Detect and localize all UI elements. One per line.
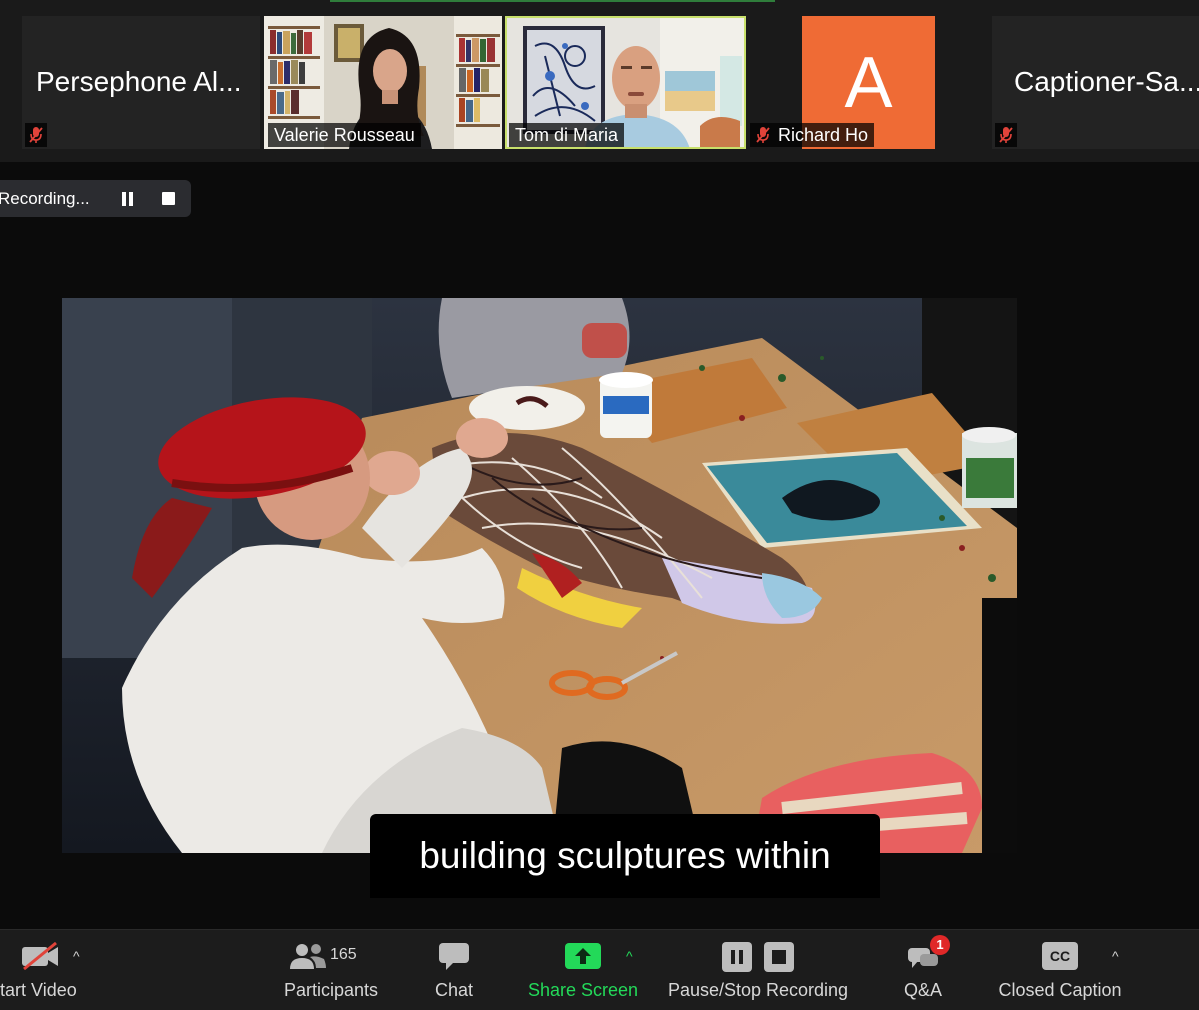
participant-count: 165	[330, 946, 357, 963]
chat-icon	[438, 942, 470, 977]
participant-name: Tom di Maria	[509, 123, 625, 147]
start-video-button[interactable]: tart Video	[0, 930, 80, 1010]
active-bar	[330, 0, 775, 2]
share-options-chevron-icon[interactable]: ^	[626, 948, 633, 964]
video-off-icon	[20, 941, 60, 975]
participant-tile-captioner[interactable]: Captioner-Sa...	[992, 16, 1199, 149]
participant-tile-richard[interactable]: A Richard Ho	[750, 16, 988, 149]
start-video-label: tart Video	[0, 980, 77, 1000]
recording-controls-label: Pause/Stop Recording	[667, 980, 849, 1000]
participants-button[interactable]: 165 Participants	[276, 930, 386, 1010]
caption-options-chevron-icon[interactable]: ^	[1112, 948, 1119, 964]
closed-caption-button[interactable]: CC Closed Caption	[990, 930, 1130, 1010]
participant-tile-persephone[interactable]: Persephone Al...	[22, 16, 260, 149]
share-screen-icon	[565, 943, 601, 974]
share-screen-button[interactable]: Share Screen	[522, 930, 644, 1010]
recording-label: Recording...	[0, 188, 90, 208]
avatar-letter: A	[844, 42, 893, 123]
qa-badge: 1	[930, 935, 950, 955]
qa-button[interactable]: 1 Q&A	[890, 930, 956, 1010]
qa-label: Q&A	[903, 980, 942, 1000]
pause-icon[interactable]	[122, 191, 136, 206]
participant-name: Persephone Al...	[36, 66, 242, 97]
participants-label: Participants	[283, 980, 379, 1000]
chat-button[interactable]: Chat	[420, 930, 488, 1010]
stop-icon[interactable]	[162, 192, 175, 205]
closed-caption-text: building sculptures within	[370, 814, 880, 898]
pause-stop-recording-button[interactable]: Pause/Stop Recording	[660, 930, 856, 1010]
participant-name: Valerie Rousseau	[268, 123, 421, 147]
recording-indicator: Recording...	[0, 180, 191, 217]
video-options-chevron-icon[interactable]: ^	[73, 948, 80, 964]
share-screen-label: Share Screen	[527, 980, 639, 1000]
participant-name: Captioner-Sa...	[1014, 66, 1199, 97]
cc-icon: CC	[1042, 942, 1078, 970]
gallery-strip: Persephone Al... Valerie Rousseau Tom di…	[0, 0, 1199, 162]
meeting-toolbar: tart Video ^ 165 Participants Chat Share…	[0, 929, 1199, 1010]
shared-photo	[62, 298, 1017, 853]
participant-tile-tom[interactable]: Tom di Maria	[505, 16, 746, 149]
recording-controls-icon	[722, 942, 794, 977]
closed-caption-label: Closed Caption	[998, 980, 1122, 1000]
mic-muted-icon	[995, 123, 1017, 147]
mic-muted-icon	[25, 123, 47, 147]
mic-muted-icon	[752, 123, 774, 147]
shared-screen	[62, 298, 1017, 853]
participant-tile-valerie[interactable]: Valerie Rousseau	[264, 16, 502, 149]
chat-label: Chat	[434, 980, 474, 1000]
